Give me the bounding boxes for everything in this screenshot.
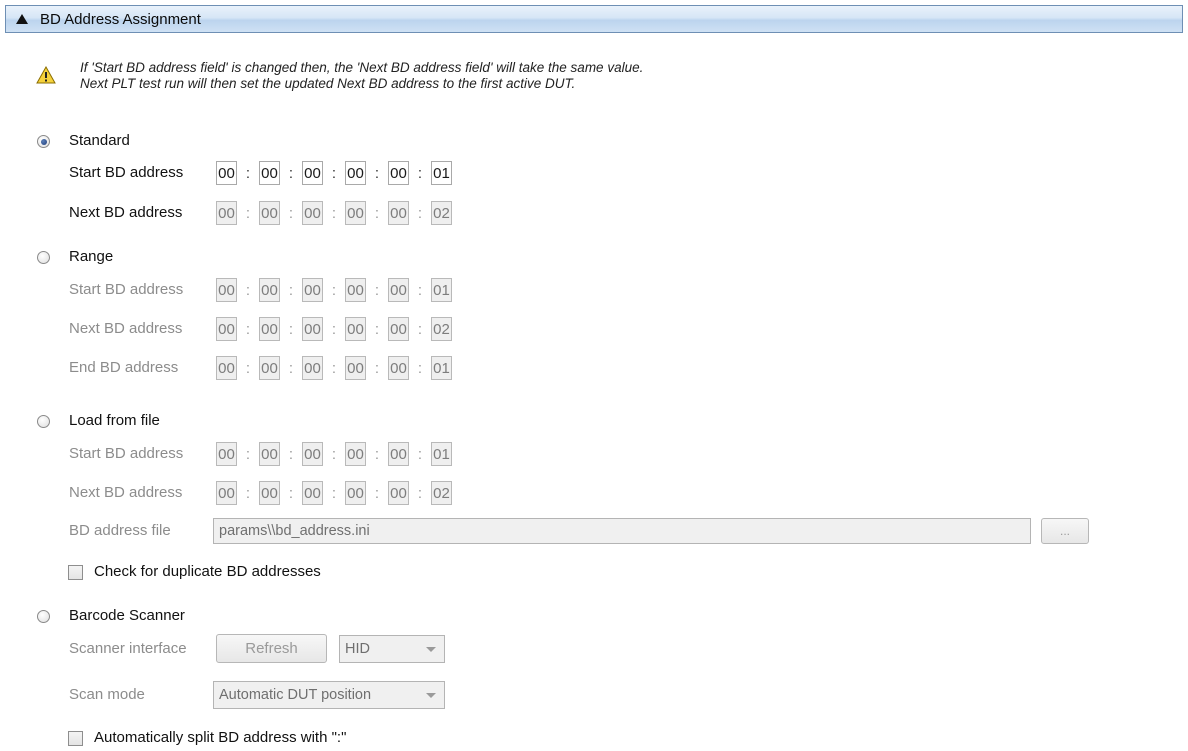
warning-line-1: If 'Start BD address field' is changed t… bbox=[80, 60, 644, 75]
range-start-label: Start BD address bbox=[69, 281, 184, 298]
radio-load-from-file[interactable] bbox=[37, 415, 50, 428]
octet-field[interactable]: 00 bbox=[388, 161, 409, 185]
octet-field: 00 bbox=[345, 442, 366, 466]
standard-start-label: Start BD address bbox=[69, 164, 184, 181]
duplicate-check-label: Check for duplicate BD addresses bbox=[94, 563, 321, 580]
octet-field: 00 bbox=[302, 278, 323, 302]
scanner-interface-value: HID bbox=[345, 641, 370, 657]
radio-standard-label: Standard bbox=[69, 132, 130, 149]
scan-mode-label: Scan mode bbox=[69, 686, 145, 703]
bd-address-file-input[interactable]: params\\bd_address.ini bbox=[213, 518, 1031, 544]
octet-field[interactable]: 00 bbox=[302, 161, 323, 185]
octet-field: 00 bbox=[345, 481, 366, 505]
standard-start-address: 00: 00: 00: 00: 00: 01 bbox=[216, 161, 452, 185]
range-end-address: 00: 00: 00: 00: 00: 01 bbox=[216, 356, 452, 380]
warning-line-2: Next PLT test run will then set the upda… bbox=[80, 76, 576, 91]
octet-field: 00 bbox=[302, 442, 323, 466]
octet-field[interactable]: 01 bbox=[431, 161, 452, 185]
octet-field: 00 bbox=[345, 278, 366, 302]
octet-field: 02 bbox=[431, 201, 452, 225]
section-title: BD Address Assignment bbox=[40, 10, 201, 28]
octet-field: 01 bbox=[431, 356, 452, 380]
octet-field: 00 bbox=[388, 201, 409, 225]
octet-field: 00 bbox=[302, 481, 323, 505]
browse-button[interactable]: ... bbox=[1041, 518, 1089, 544]
dropdown-arrow-icon bbox=[426, 693, 436, 698]
octet-field: 00 bbox=[388, 356, 409, 380]
standard-next-address: 00: 00: 00: 00: 00: 02 bbox=[216, 201, 452, 225]
octet-field: 00 bbox=[259, 201, 280, 225]
bd-address-file-label: BD address file bbox=[69, 522, 171, 539]
refresh-button[interactable]: Refresh bbox=[216, 634, 327, 663]
scan-mode-select[interactable]: Automatic DUT position bbox=[213, 681, 445, 709]
radio-standard[interactable] bbox=[37, 135, 50, 148]
octet-field: 00 bbox=[216, 356, 237, 380]
octet-field: 00 bbox=[216, 201, 237, 225]
scanner-interface-select[interactable]: HID bbox=[339, 635, 445, 663]
collapse-triangle-icon[interactable] bbox=[16, 14, 28, 24]
file-next-address: 00: 00: 00: 00: 00: 02 bbox=[216, 481, 452, 505]
duplicate-check-checkbox[interactable] bbox=[68, 565, 83, 580]
radio-barcode-scanner[interactable] bbox=[37, 610, 50, 623]
auto-split-checkbox[interactable] bbox=[68, 731, 83, 746]
octet-field: 00 bbox=[302, 356, 323, 380]
standard-next-label: Next BD address bbox=[69, 204, 183, 221]
octet-field[interactable]: 00 bbox=[216, 161, 237, 185]
octet-field: 00 bbox=[216, 442, 237, 466]
octet-field: 02 bbox=[431, 481, 452, 505]
scanner-interface-label: Scanner interface bbox=[69, 640, 187, 657]
octet-field: 00 bbox=[388, 442, 409, 466]
dropdown-arrow-icon bbox=[426, 647, 436, 652]
file-next-label: Next BD address bbox=[69, 484, 183, 501]
octet-field: 00 bbox=[345, 356, 366, 380]
radio-load-from-file-label: Load from file bbox=[69, 412, 160, 429]
radio-range[interactable] bbox=[37, 251, 50, 264]
file-start-label: Start BD address bbox=[69, 445, 184, 462]
octet-field: 00 bbox=[388, 278, 409, 302]
octet-field: 00 bbox=[388, 317, 409, 341]
radio-barcode-scanner-label: Barcode Scanner bbox=[69, 607, 185, 624]
octet-field: 00 bbox=[388, 481, 409, 505]
range-next-label: Next BD address bbox=[69, 320, 183, 337]
octet-field: 01 bbox=[431, 278, 452, 302]
range-end-label: End BD address bbox=[69, 359, 179, 376]
radio-range-label: Range bbox=[69, 248, 114, 265]
octet-field: 00 bbox=[259, 356, 280, 380]
octet-field: 00 bbox=[259, 317, 280, 341]
warning-icon bbox=[36, 66, 56, 84]
octet-field: 02 bbox=[431, 317, 452, 341]
file-start-address: 00: 00: 00: 00: 00: 01 bbox=[216, 442, 452, 466]
octet-field: 01 bbox=[431, 442, 452, 466]
octet-field: 00 bbox=[216, 278, 237, 302]
octet-field: 00 bbox=[345, 317, 366, 341]
warning-text: If 'Start BD address field' is changed t… bbox=[80, 60, 643, 92]
scan-mode-value: Automatic DUT position bbox=[219, 687, 372, 703]
octet-field: 00 bbox=[216, 317, 237, 341]
octet-field: 00 bbox=[259, 481, 280, 505]
octet-field[interactable]: 00 bbox=[259, 161, 280, 185]
auto-split-label: Automatically split BD address with ":" bbox=[94, 729, 347, 746]
octet-field[interactable]: 00 bbox=[345, 161, 366, 185]
range-start-address: 00: 00: 00: 00: 00: 01 bbox=[216, 278, 452, 302]
octet-field: 00 bbox=[259, 442, 280, 466]
section-header[interactable]: BD Address Assignment bbox=[5, 5, 1183, 33]
octet-field: 00 bbox=[259, 278, 280, 302]
octet-field: 00 bbox=[345, 201, 366, 225]
octet-field: 00 bbox=[216, 481, 237, 505]
range-next-address: 00: 00: 00: 00: 00: 02 bbox=[216, 317, 452, 341]
octet-field: 00 bbox=[302, 201, 323, 225]
octet-field: 00 bbox=[302, 317, 323, 341]
